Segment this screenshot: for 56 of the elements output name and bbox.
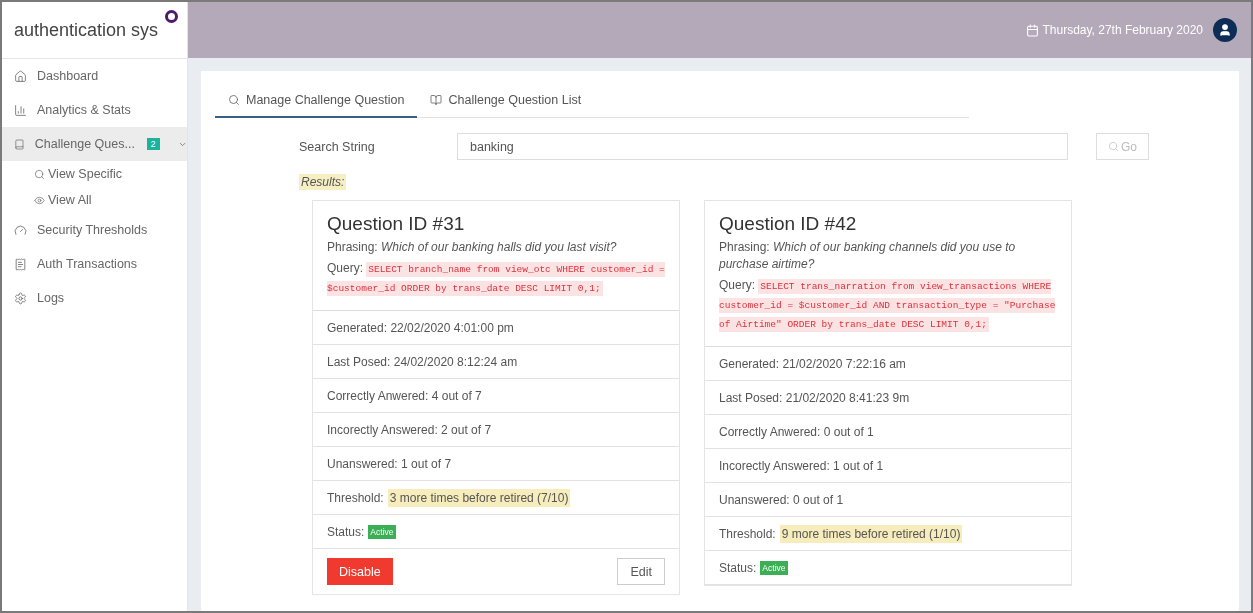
user-avatar[interactable] <box>1213 18 1237 42</box>
book-icon <box>430 94 443 106</box>
detail-label: Threshold: <box>327 490 384 505</box>
sidebar-item[interactable]: Logs <box>2 281 187 315</box>
detail-text: Generated: 21/02/2020 7:22:16 am <box>719 356 906 371</box>
detail-text: Unanswered: 1 out of 7 <box>327 456 452 471</box>
query-text: Query: SELECT trans_narration from view_transactions WHERE customer_id = $customer_id AND transaction_type = "Purchase of Airtime" ORDER by trans_date DESC LIMIT 0,1; <box>719 277 1057 334</box>
date-text: Thursday, 27th February 2020 <box>1026 23 1203 37</box>
eye-icon <box>34 194 45 206</box>
detail-text: Correctly Anwered: 0 out of 1 <box>719 424 874 439</box>
calendar-icon <box>1026 23 1040 37</box>
count-badge: 2 <box>146 138 160 150</box>
book-icon <box>14 137 25 151</box>
disable-button[interactable]: Disable <box>327 558 393 585</box>
search-field[interactable]: banking <box>457 133 1068 160</box>
status-badge: Active <box>760 560 788 575</box>
detail-text: Unanswered: 0 out of 1 <box>719 492 844 507</box>
receipt-icon <box>14 257 27 271</box>
detail-text: Incorectly Answered: 2 out of 7 <box>327 422 492 437</box>
sidebar-item[interactable]: Analytics & Stats <box>2 93 187 127</box>
sidebar-subitem[interactable]: View Specific <box>2 161 187 187</box>
query-text: Query: SELECT branch_name from view_otc WHERE customer_id = $customer_id ORDER by trans_date DESC LIMIT 0,1; <box>327 260 665 298</box>
phrasing-text: Phrasing: Which of our banking halls did you last visit? <box>327 239 618 256</box>
status-badge: Active <box>368 524 396 539</box>
sidebar-item[interactable]: Dashboard <box>2 59 187 93</box>
detail-label: Status: <box>327 524 365 539</box>
phrasing-text: Phrasing: Which of our banking channels did you use to purchase airtime? <box>719 239 1017 273</box>
logo-ring-icon <box>165 10 178 23</box>
settings-icon <box>14 291 27 305</box>
sidebar-item[interactable]: Auth Transactions <box>2 247 187 281</box>
search-icon <box>34 168 45 180</box>
home-icon <box>14 69 27 83</box>
sidebar-item[interactable]: Security Thresholds <box>2 213 187 247</box>
detail-text: Correctly Anwered: 4 out of 7 <box>327 388 482 403</box>
threshold-text: 9 more times before retired (1/10) <box>779 524 963 543</box>
detail-text: Incorectly Answered: 1 out of 1 <box>719 458 884 473</box>
sidebar-subitem[interactable]: View All <box>2 187 187 213</box>
detail-text: Last Posed: 24/02/2020 8:12:24 am <box>327 354 518 369</box>
detail-label: Status: <box>719 560 757 575</box>
sidebar-item[interactable]: Challenge Ques... 2 <box>2 127 187 161</box>
search-icon <box>1108 141 1119 152</box>
card-title: Question ID #31 <box>327 213 466 235</box>
card-title: Question ID #42 <box>719 213 858 235</box>
field-label: Search String <box>299 139 376 154</box>
results-label: Results: <box>299 174 347 190</box>
tab[interactable]: Manage Challenge Question <box>215 85 418 118</box>
detail-label: Threshold: <box>719 526 776 541</box>
app-title: authentication sys <box>14 19 159 41</box>
detail-text: Generated: 22/02/2020 4:01:00 pm <box>327 320 514 335</box>
bar-chart-icon <box>14 103 27 117</box>
tab[interactable]: Challenge Question List <box>417 85 595 118</box>
edit-button[interactable]: Edit <box>617 558 665 585</box>
search-icon <box>228 94 240 106</box>
gauge-icon <box>14 223 27 237</box>
detail-text: Last Posed: 21/02/2020 8:41:23 9m <box>719 390 910 405</box>
threshold-text: 3 more times before retired (7/10) <box>387 488 571 507</box>
